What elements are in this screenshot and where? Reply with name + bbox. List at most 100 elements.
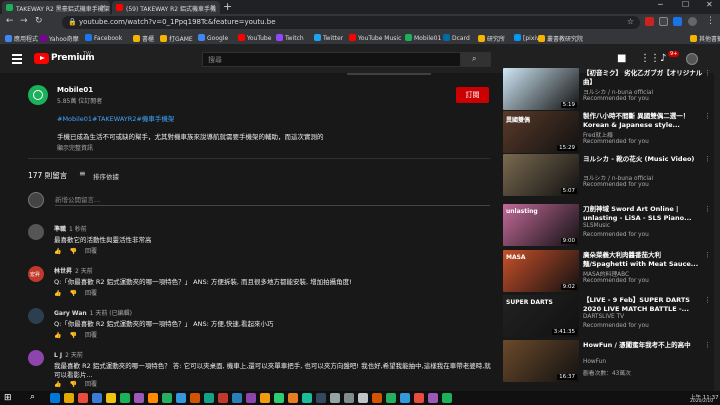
taskbar-app-icon[interactable]: [274, 393, 284, 403]
reply-button[interactable]: 回覆: [85, 332, 97, 339]
more-options-icon[interactable]: ⋮: [704, 251, 711, 259]
taskbar-app-icon[interactable]: [414, 393, 424, 403]
taskbar-app-icon[interactable]: [400, 393, 410, 403]
apps-grid-icon[interactable]: ⋮⋮: [640, 53, 660, 64]
tab-2[interactable]: (59) TAKEWAY R2 鋁式機車手機 ×: [112, 1, 220, 14]
video-channel[interactable]: ヨルシカ / n-buna official: [583, 173, 653, 182]
taskbar-app-icon[interactable]: [106, 393, 116, 403]
commenter-avatar[interactable]: [28, 350, 44, 366]
windows-start-icon[interactable]: ⊞: [4, 393, 12, 403]
back-icon[interactable]: ←: [6, 16, 14, 26]
video-channel[interactable]: Fred就上癮: [583, 130, 613, 139]
bookmark-item[interactable]: 其他書籤: [690, 34, 720, 43]
taskbar-app-icon[interactable]: [134, 393, 144, 403]
reply-button[interactable]: 回覆: [85, 381, 97, 388]
extension-icon[interactable]: [673, 17, 682, 26]
comment-time[interactable]: 1 秒前: [69, 226, 87, 233]
star-icon[interactable]: ☆: [627, 17, 634, 26]
video-title[interactable]: 【LIVE - 9 Feb】SUPER DARTS 2020 LIVE MATC…: [583, 296, 703, 313]
more-options-icon[interactable]: ⋮: [704, 296, 711, 304]
taskbar-app-icon[interactable]: [246, 393, 256, 403]
taskbar-app-icon[interactable]: [190, 393, 200, 403]
extension-icon[interactable]: [659, 17, 668, 26]
hamburger-menu-icon[interactable]: [12, 54, 22, 66]
video-channel[interactable]: MASA的料理ABC: [583, 269, 629, 278]
taskbar-app-icon[interactable]: [288, 393, 298, 403]
clock-date[interactable]: 2020/2/10: [690, 399, 713, 404]
close-window-icon[interactable]: ✕: [706, 0, 713, 9]
profile-icon[interactable]: [688, 17, 697, 26]
more-options-icon[interactable]: ⋮: [704, 341, 711, 349]
thumbs-down-icon[interactable]: 👎: [69, 381, 76, 388]
taskbar-search-icon[interactable]: ⌕: [30, 392, 35, 402]
video-title[interactable]: 廣朵菜義大利肉醬番茄大利麵/Spaghetti with Meat Sauce.…: [583, 251, 703, 268]
new-tab-button[interactable]: +: [223, 0, 232, 13]
more-options-icon[interactable]: ⋮: [704, 112, 711, 120]
bookmark-item[interactable]: Dcard: [443, 34, 470, 42]
comment-author[interactable]: Gary Wan: [54, 310, 87, 317]
video-thumbnail[interactable]: 5:19: [503, 68, 579, 110]
commenter-avatar[interactable]: 宏昇: [28, 266, 44, 282]
thumbs-up-icon[interactable]: 👍: [54, 381, 61, 388]
video-channel[interactable]: SLSMusic: [583, 223, 610, 229]
comment-author[interactable]: L J: [54, 352, 62, 359]
taskbar-app-icon[interactable]: [78, 393, 88, 403]
video-thumbnail[interactable]: unlasting 9:00: [503, 204, 579, 246]
bookmark-item[interactable]: Twitch: [276, 34, 304, 42]
thumbs-down-icon[interactable]: 👎: [69, 248, 76, 255]
account-avatar[interactable]: [686, 53, 698, 65]
thumbs-up-icon[interactable]: 👍: [54, 290, 61, 297]
taskbar-app-icon[interactable]: [428, 393, 438, 403]
tab-1[interactable]: TAKEWAY R2 黑豪鋁式機車手機架 ×: [2, 1, 110, 14]
taskbar-app-icon[interactable]: [120, 393, 130, 403]
taskbar-app-icon[interactable]: [316, 393, 326, 403]
taskbar-app-icon[interactable]: [204, 393, 214, 403]
minimize-icon[interactable]: ─: [658, 0, 663, 9]
taskbar-app-icon[interactable]: [372, 393, 382, 403]
menu-icon[interactable]: ⋮: [706, 16, 715, 26]
commenter-avatar[interactable]: [28, 308, 44, 324]
comment-time[interactable]: 2 天前: [65, 352, 83, 359]
thumbs-up-icon[interactable]: 👍: [54, 248, 61, 255]
reply-button[interactable]: 回覆: [85, 248, 97, 255]
create-video-icon[interactable]: ■: [617, 53, 626, 64]
sort-icon[interactable]: ≡: [79, 169, 86, 178]
video-title[interactable]: 製作八小時不間斷 異國雙偶二選一！Korean & Japanese style…: [583, 112, 703, 129]
reload-icon[interactable]: ↻: [35, 16, 43, 26]
bookmark-item[interactable]: Facebook: [85, 34, 122, 42]
channel-avatar[interactable]: [28, 85, 48, 105]
thumbs-down-icon[interactable]: 👎: [69, 332, 76, 339]
taskbar-app-icon[interactable]: [302, 393, 312, 403]
search-input[interactable]: 搜尋: [202, 52, 461, 67]
bookmark-item[interactable]: 書櫃: [133, 34, 154, 43]
bell-icon[interactable]: ♪: [660, 53, 666, 64]
taskbar-app-icon[interactable]: [260, 393, 270, 403]
close-icon[interactable]: ×: [100, 3, 106, 11]
taskbar-app-icon[interactable]: [330, 393, 340, 403]
bookmark-item[interactable]: 應用程式: [5, 34, 38, 43]
more-options-icon[interactable]: ⋮: [704, 69, 711, 77]
close-icon[interactable]: ×: [210, 3, 216, 11]
video-thumbnail[interactable]: 5:07: [503, 154, 579, 196]
video-title[interactable]: 【初音ミク】 劣化乙ガブガ【オリジナル曲】: [583, 69, 703, 86]
taskbar-app-icon[interactable]: [386, 393, 396, 403]
video-title[interactable]: 刀劍神域 Sword Art Online | unlasting - LiSA…: [583, 205, 703, 222]
comment-author[interactable]: 準職: [54, 226, 66, 233]
commenter-avatar[interactable]: [28, 224, 44, 240]
taskbar-app-icon[interactable]: [344, 393, 354, 403]
extension-icon[interactable]: [645, 17, 654, 26]
bookmark-item[interactable]: 叢書教研究院: [538, 34, 583, 43]
bookmark-item[interactable]: Yahoo奇摩: [40, 34, 79, 43]
forward-icon[interactable]: →: [20, 16, 28, 26]
bookmark-item[interactable]: YouTube Music: [349, 34, 401, 42]
thumbs-up-icon[interactable]: 👍: [54, 332, 61, 339]
video-thumbnail[interactable]: 異國雙偶 15:29: [503, 111, 579, 153]
thumbs-down-icon[interactable]: 👎: [69, 290, 76, 297]
youtube-logo-icon[interactable]: [34, 53, 49, 64]
video-thumbnail[interactable]: SUPER DARTS 3:41:35: [503, 295, 579, 337]
comment-time[interactable]: 2 天前: [75, 268, 93, 275]
comment-time[interactable]: 1 天前 (已編輯): [90, 310, 132, 317]
taskbar-app-icon[interactable]: [218, 393, 228, 403]
add-comment-input[interactable]: 新增公開留言...: [55, 194, 100, 204]
channel-name[interactable]: Mobile01: [57, 86, 93, 94]
